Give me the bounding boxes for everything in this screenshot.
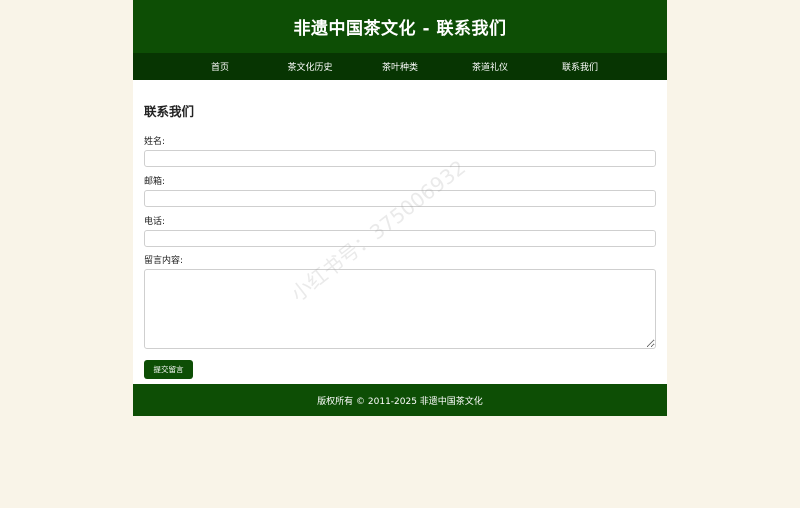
site-footer: 版权所有 © 2011-2025 非遗中国茶文化 (133, 384, 667, 416)
submit-button[interactable]: 提交留言 (144, 360, 193, 379)
email-input[interactable] (144, 190, 656, 207)
phone-label: 电话: (144, 217, 166, 227)
section-heading: 联系我们 (144, 104, 195, 119)
nav-item-tea-types[interactable]: 茶叶种类 (355, 60, 445, 73)
message-label: 留言内容: (144, 256, 184, 266)
nav-item-tea-etiquette[interactable]: 茶道礼仪 (445, 60, 535, 73)
message-textarea[interactable] (144, 269, 656, 349)
site-header: 非遗中国茶文化 - 联系我们 (133, 0, 667, 53)
copyright-text: 版权所有 © 2011-2025 非遗中国茶文化 (317, 396, 483, 407)
main-nav: 首页 茶文化历史 茶叶种类 茶道礼仪 联系我们 (133, 53, 667, 80)
contact-section: 联系我们 姓名: 邮箱: 电话: 留言内容: 提交留言 (133, 80, 667, 379)
phone-input[interactable] (144, 230, 656, 247)
page-container: 非遗中国茶文化 - 联系我们 首页 茶文化历史 茶叶种类 茶道礼仪 联系我们 联… (133, 0, 667, 416)
page-title: 非遗中国茶文化 - 联系我们 (293, 19, 507, 39)
nav-item-tea-history[interactable]: 茶文化历史 (265, 60, 355, 73)
nav-item-home[interactable]: 首页 (175, 60, 265, 73)
name-input[interactable] (144, 150, 656, 167)
email-label: 邮箱: (144, 177, 166, 187)
nav-item-contact[interactable]: 联系我们 (535, 60, 625, 73)
name-label: 姓名: (144, 137, 166, 147)
